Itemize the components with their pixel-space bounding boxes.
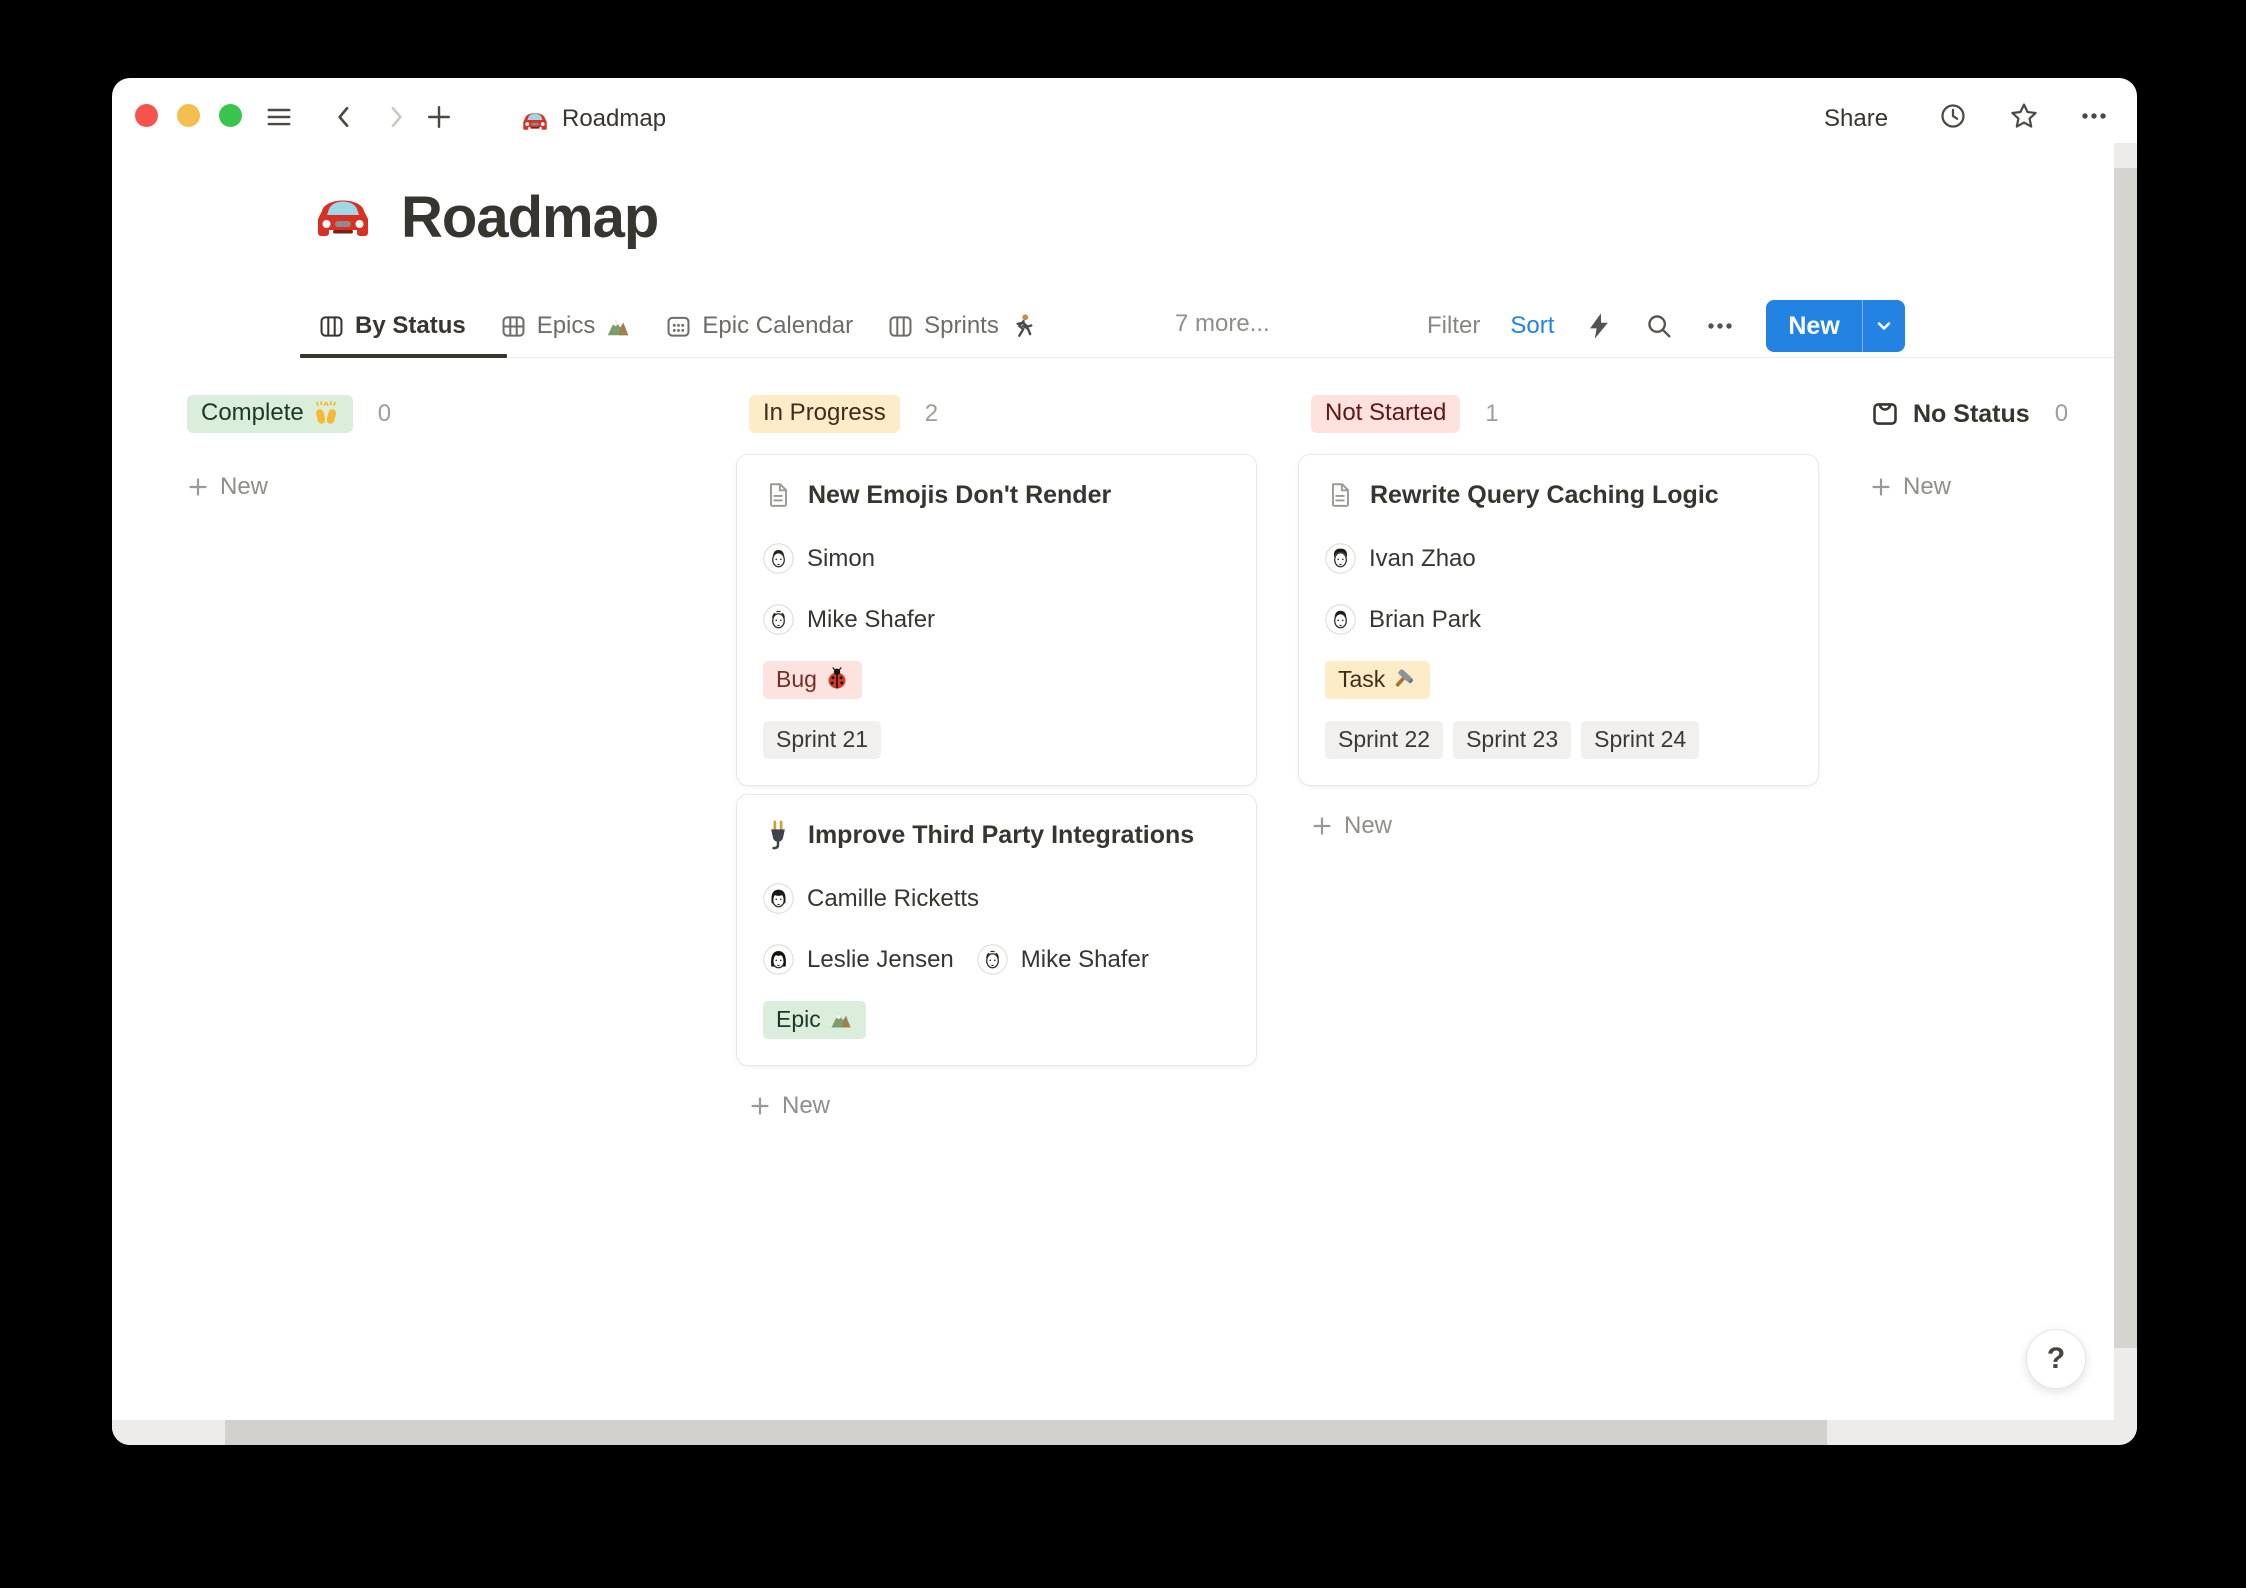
column-no-status: No Status 0 New [1870,393,2137,507]
add-card-button[interactable]: New [187,467,708,507]
card-improve-third-party-integrations[interactable]: Improve Third Party Integrations Camille … [736,794,1257,1066]
column-badge-complete[interactable]: Complete [187,395,353,433]
person-row: Ivan Zhao [1325,543,1792,574]
simon-avatar [763,543,794,574]
tag-sprint-22: Sprint 22 [1325,721,1443,759]
person-mike-shafer: Mike Shafer [977,944,1149,975]
person-simon: Simon [763,543,875,574]
column-count: 1 [1485,400,1498,428]
person-row: Brian Park [1325,604,1792,635]
page-icon [1325,480,1355,510]
plus-small-icon [749,1095,771,1117]
person-camille-ricketts: Camille Ricketts [763,883,979,914]
person-brian-park: Brian Park [1325,604,1481,635]
column-badge-in-progress[interactable]: In Progress [749,395,900,433]
tag-sprint-21: Sprint 21 [763,721,881,759]
hammer-emoji [1393,667,1417,691]
column-not-started: Not Started 1 Rewrite Query Caching Logic I… [1298,393,1819,846]
leslie-avatar [763,944,794,975]
column-count: 2 [925,400,938,428]
tag-row: Bug [763,661,1230,699]
tag-row: Task [1325,661,1792,699]
page-icon [763,480,793,510]
plug-emoji [763,820,793,850]
person-row: Leslie Jensen Mike Shafer [763,944,1230,975]
tag-sprint-24: Sprint 24 [1581,721,1699,759]
column-count: 0 [378,400,391,428]
person-row: Mike Shafer [763,604,1230,635]
tag-bug: Bug [763,661,862,699]
person-row: Camille Ricketts [763,883,1230,914]
vertical-scrollbar-track [2114,143,2137,1420]
tag-task: Task [1325,661,1430,699]
vertical-scrollbar-thumb[interactable] [2114,168,2137,1348]
mike-avatar [763,604,794,635]
help-button[interactable]: ? [2026,1329,2086,1389]
plus-small-icon [1311,815,1333,837]
tag-row: Epic [763,1001,1230,1039]
tag-sprint-23: Sprint 23 [1453,721,1571,759]
horizontal-scrollbar-track [112,1420,2137,1445]
card-stack: Rewrite Query Caching Logic Ivan Zhao Bria… [1298,454,1819,786]
inbox-icon [1870,399,1900,429]
ivan-avatar [1325,543,1356,574]
person-mike-shafer: Mike Shafer [763,604,935,635]
tag-row: Sprint 21 [763,721,1230,759]
card-title-label: New Emojis Don't Render [808,477,1111,513]
card-title-label: Improve Third Party Integrations [808,817,1194,853]
ladybug-emoji [825,667,849,691]
add-card-button[interactable]: New [1870,467,2137,507]
column-complete: Complete 0 New [187,393,708,507]
column-in-progress: In Progress 2 New Emojis Don't Render Simon… [736,393,1257,1126]
add-card-button[interactable]: New [1311,806,1819,846]
app-window: Roadmap Share Roadmap By StatusEpicsEpic… [112,78,2137,1445]
mountain-emoji [829,1007,853,1031]
plus-small-icon [187,476,209,498]
raised-hands-emoji [313,400,339,426]
mike-avatar [977,944,1008,975]
plus-small-icon [1870,476,1892,498]
card-new-emojis-don-t-render[interactable]: New Emojis Don't Render Simon Mike Shafer B… [736,454,1257,786]
column-count: 0 [2055,400,2068,428]
brian-avatar [1325,604,1356,635]
tag-epic: Epic [763,1001,866,1039]
card-rewrite-query-caching-logic[interactable]: Rewrite Query Caching Logic Ivan Zhao Bria… [1298,454,1819,786]
camille-avatar [763,883,794,914]
card-title-label: Rewrite Query Caching Logic [1370,477,1719,513]
horizontal-scrollbar-thumb[interactable] [225,1420,1827,1445]
tag-row: Sprint 22 Sprint 23 Sprint 24 [1325,721,1792,759]
board-view: Complete 0 New In Progress 2 New Emojis Don't… [112,78,2137,1445]
person-row: Simon [763,543,1230,574]
add-card-button[interactable]: New [749,1086,1257,1126]
card-stack: New Emojis Don't Render Simon Mike Shafer B… [736,454,1257,1066]
person-ivan-zhao: Ivan Zhao [1325,543,1476,574]
column-title-no-status[interactable]: No Status [1870,399,2030,429]
person-leslie-jensen: Leslie Jensen [763,944,954,975]
column-badge-not-started[interactable]: Not Started [1311,395,1460,433]
